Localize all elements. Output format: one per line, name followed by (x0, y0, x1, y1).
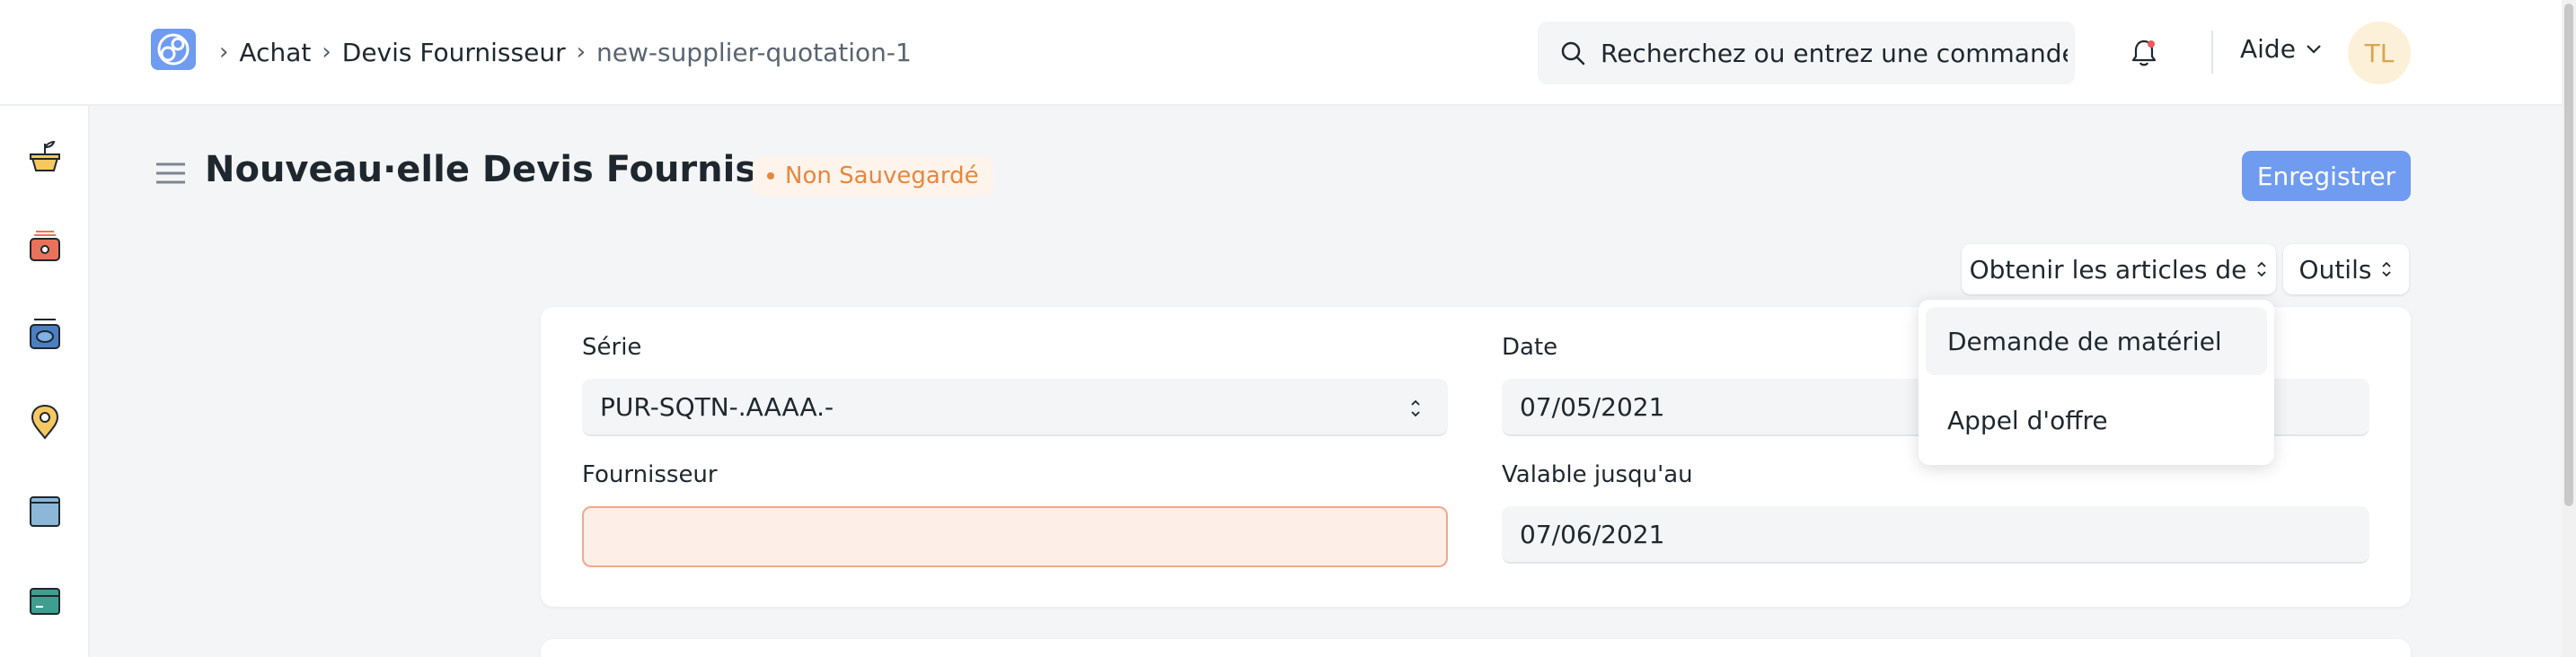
tools-label: Outils (2298, 254, 2372, 285)
status-dot-icon (767, 172, 774, 180)
select-arrows-icon (1411, 399, 1420, 417)
date-label: Date (1502, 334, 1558, 361)
date-value: 07/05/2021 (1520, 391, 1665, 422)
valid-till-value: 07/06/2021 (1520, 519, 1665, 549)
card-icon[interactable] (25, 582, 65, 621)
status-badge: Non Sauvegardé (753, 156, 993, 196)
chevron-right-icon: › (219, 39, 229, 66)
window-icon[interactable] (25, 492, 65, 531)
select-arrows-icon (2257, 261, 2267, 277)
location-pin-icon[interactable] (25, 402, 65, 442)
valid-till-field[interactable]: 07/06/2021 (1502, 506, 2369, 564)
valid-till-label: Valable jusqu'au (1502, 461, 1693, 488)
hamburger-menu-icon[interactable] (154, 160, 187, 187)
breadcrumb-purchase[interactable]: Achat (239, 38, 311, 67)
global-search[interactable] (1538, 22, 2075, 84)
top-navbar: › Achat › Devis Fournisseur › new-suppli… (0, 0, 2576, 106)
page-scrollbar-thumb[interactable] (2564, 4, 2573, 506)
cash-register-icon[interactable] (25, 314, 65, 354)
search-input[interactable] (1601, 38, 2068, 68)
navbar-divider (2211, 31, 2213, 74)
chevron-right-icon: › (576, 39, 586, 66)
get-items-dropdown-menu: Demande de matériel Appel d'offre (1919, 300, 2274, 465)
help-label: Aide (2240, 34, 2296, 64)
toolbox-icon[interactable] (25, 226, 65, 266)
tools-button[interactable]: Outils (2283, 244, 2409, 294)
breadcrumb-supplier-quotation[interactable]: Devis Fournisseur (342, 38, 566, 67)
breadcrumb-current-document: new-supplier-quotation-1 (596, 37, 912, 67)
avatar[interactable]: TL (2348, 22, 2411, 84)
menu-item-material-request[interactable]: Demande de matériel (1926, 307, 2267, 375)
supplier-label: Fournisseur (582, 461, 718, 488)
series-select[interactable]: PUR-SQTN-.AAAA.- (582, 379, 1448, 436)
app-logo-icon[interactable] (151, 29, 196, 70)
status-badge-label: Non Sauvegardé (785, 162, 979, 189)
plant-pot-icon[interactable] (25, 136, 65, 176)
search-icon (1561, 41, 1585, 66)
chevron-right-icon: › (322, 39, 331, 66)
series-value: PUR-SQTN-.AAAA.- (600, 391, 834, 422)
save-button[interactable]: Enregistrer (2242, 151, 2411, 201)
get-items-from-button[interactable]: Obtenir les articles de (1962, 244, 2276, 294)
breadcrumb: › Achat › Devis Fournisseur › new-suppli… (214, 32, 912, 72)
help-dropdown[interactable]: Aide (2240, 34, 2323, 64)
supplier-field[interactable] (582, 506, 1448, 567)
notification-bell-icon[interactable] (2130, 38, 2157, 68)
menu-item-request-for-quotation[interactable]: Appel d'offre (1926, 386, 2267, 454)
get-items-from-label: Obtenir les articles de (1969, 254, 2247, 285)
sidebar (0, 106, 90, 657)
page-title: Nouveau·elle Devis Fournisseur (205, 149, 846, 190)
series-label: Série (582, 334, 642, 361)
chevron-down-icon (2307, 44, 2321, 54)
select-arrows-icon (2382, 261, 2392, 277)
next-section-card (541, 639, 2411, 657)
